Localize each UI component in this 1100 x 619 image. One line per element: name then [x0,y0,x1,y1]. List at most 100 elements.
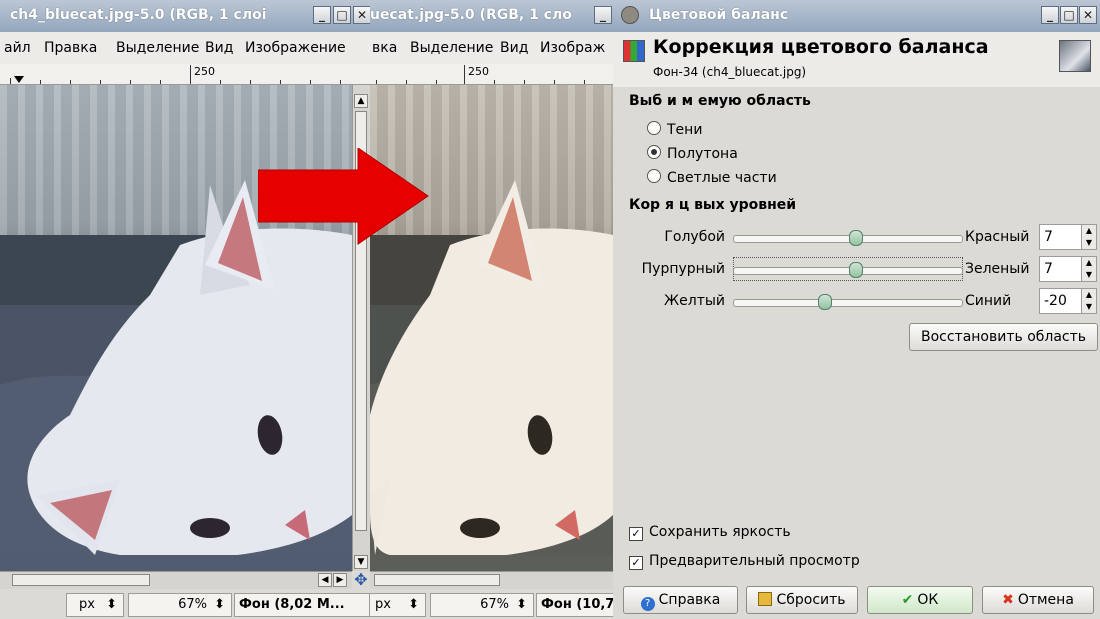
scroll-right-icon[interactable]: ▶ [333,573,347,587]
dialog-header-subtitle: Фон-34 (ch4_bluecat.jpg) [653,65,807,79]
color-balance-icon [623,40,645,62]
left-image-window: ch4_bluecat.jpg-5.0 (RGB, 1 слоі _ □ ✕ а… [0,0,370,619]
left-statusbar: px ⬍ 67% ⬍ Фон (8,02 М... [0,589,370,619]
menu-view[interactable]: Вид [500,40,528,56]
unit-value: px [79,597,95,612]
radio-midtones[interactable]: Полутона [647,145,738,163]
magenta-green-spinbox[interactable]: 7 ▲ ▼ [1039,256,1097,282]
help-label: Справка [658,592,721,608]
layer-status-text: Фон (10,7 [541,597,613,612]
radio-label: Полутона [667,146,738,162]
right-image-window: uecat.jpg-5.0 (RGB, 1 сло _ вка Выделени… [370,0,613,619]
ruler-label: 250 [468,65,489,78]
right-ruler: 250 [370,64,613,85]
maximize-icon[interactable]: □ [333,6,351,24]
menu-edit[interactable]: вка [372,40,397,56]
left-window-title: ch4_bluecat.jpg-5.0 (RGB, 1 слоі [10,7,267,23]
radio-highlights[interactable]: Светлые части [647,169,777,187]
spin-value: 7 [1044,229,1053,245]
minimize-icon[interactable]: _ [1041,6,1059,24]
radio-circle [647,145,661,159]
menu-select[interactable]: Выделение [116,40,199,56]
navigate-icon[interactable]: ✥ [352,571,370,589]
layer-status: Фон (8,02 М... [234,593,370,617]
layer-status: Фон (10,7 [536,593,613,617]
spin-arrows-icon[interactable]: ▲ ▼ [1081,257,1096,281]
slider-left-label: Желтый [664,293,725,309]
slider-thumb[interactable] [848,230,863,246]
maximize-icon[interactable]: □ [1060,6,1078,24]
menu-select[interactable]: Выделение [410,40,493,56]
left-window-titlebar[interactable]: ch4_bluecat.jpg-5.0 (RGB, 1 слоі _ □ ✕ [0,0,370,33]
color-balance-dialog: Цветовой баланс _ □ ✕ Коррекция цветовог… [613,0,1100,619]
reset-button[interactable]: Сбросить [746,586,858,614]
zoom-value: 67% [480,597,509,612]
gimp-icon [621,6,639,24]
levels-section-heading: Кор я ц вых уровней [629,197,797,213]
spin-value: -20 [1044,293,1067,309]
reset-label: Сбросить [776,592,846,608]
right-window-title: uecat.jpg-5.0 (RGB, 1 сло [370,7,572,23]
preserve-luminosity-checkbox[interactable]: ✓ Сохранить яркость [629,524,791,541]
unit-select[interactable]: px ⬍ [370,593,426,617]
menu-view[interactable]: Вид [205,40,233,56]
zoom-select[interactable]: 67% ⬍ [430,593,534,617]
preview-checkbox[interactable]: ✓ Предварительный просмотр [629,553,860,570]
slider-thumb[interactable] [818,294,833,310]
minimize-icon[interactable]: _ [313,6,331,24]
slider-right-label: Синий [965,293,1012,309]
checkbox-label: Предварительный просмотр [649,553,860,569]
menu-image[interactable]: Изображение [245,40,346,56]
menu-image[interactable]: Изображ [540,40,605,56]
layer-status-text: Фон (8,02 М... [239,597,345,612]
left-menubar: айл Правка Выделение Вид Изображение [0,32,370,65]
close-icon[interactable]: ✕ [1079,6,1097,24]
slider-thumb[interactable] [848,262,863,278]
radio-label: Светлые части [667,170,777,186]
dialog-title: Цветовой баланс [649,7,789,23]
right-statusbar: px ⬍ 67% ⬍ Фон (10,7 [370,589,613,619]
help-button[interactable]: ? Справка [623,586,738,614]
slider-right-label: Зеленый [965,261,1030,277]
dialog-header: Коррекция цветового баланса Фон-34 (ch4_… [613,32,1100,87]
red-arrow-icon [258,148,429,245]
unit-select[interactable]: px ⬍ [66,593,124,617]
cyan-red-spinbox[interactable]: 7 ▲ ▼ [1039,224,1097,250]
reset-range-button[interactable]: Восстановить область [909,323,1098,351]
spin-arrows-icon[interactable]: ▲ ▼ [1081,225,1096,249]
checkbox-label: Сохранить яркость [649,524,791,540]
checkbox-box: ✓ [629,527,643,541]
dialog-header-title: Коррекция цветового баланса [653,36,989,58]
slider-row-cyan-red: Голубой Красный 7 ▲ ▼ [613,224,1100,252]
scroll-up-icon[interactable]: ▲ [354,94,368,108]
menu-file[interactable]: айл [4,40,31,56]
right-window-titlebar[interactable]: uecat.jpg-5.0 (RGB, 1 сло _ [370,0,613,33]
zoom-select[interactable]: 67% ⬍ [128,593,232,617]
right-horizontal-scrollbar[interactable] [370,571,613,589]
right-menubar: вка Выделение Вид Изображ [370,32,613,65]
cancel-label: Отмена [1017,592,1074,608]
image-thumbnail [1059,40,1091,72]
yellow-blue-slider[interactable] [733,294,963,310]
scroll-down-icon[interactable]: ▼ [354,555,368,569]
scroll-left-icon[interactable]: ◀ [318,573,332,587]
radio-circle [647,169,661,183]
slider-left-label: Голубой [664,229,725,245]
close-icon[interactable]: ✕ [353,6,370,24]
minimize-icon[interactable]: _ [594,6,612,24]
magenta-green-slider[interactable] [733,262,963,278]
menu-edit[interactable]: Правка [44,40,97,56]
cyan-red-slider[interactable] [733,230,963,246]
dialog-titlebar[interactable]: Цветовой баланс _ □ ✕ [613,0,1100,33]
spin-value: 7 [1044,261,1053,277]
cancel-button[interactable]: ✖ Отмена [982,586,1094,614]
slider-right-label: Красный [965,229,1030,245]
yellow-blue-spinbox[interactable]: -20 ▲ ▼ [1039,288,1097,314]
ok-label: ОК [917,592,939,608]
radio-shadows[interactable]: Тени [647,121,702,139]
spin-arrows-icon[interactable]: ▲ ▼ [1081,289,1096,313]
ok-button[interactable]: ✔ ОК [867,586,973,614]
ruler-label: 250 [194,65,215,78]
left-horizontal-scrollbar[interactable]: ◀ ▶ [0,571,352,589]
reset-icon [758,592,773,606]
